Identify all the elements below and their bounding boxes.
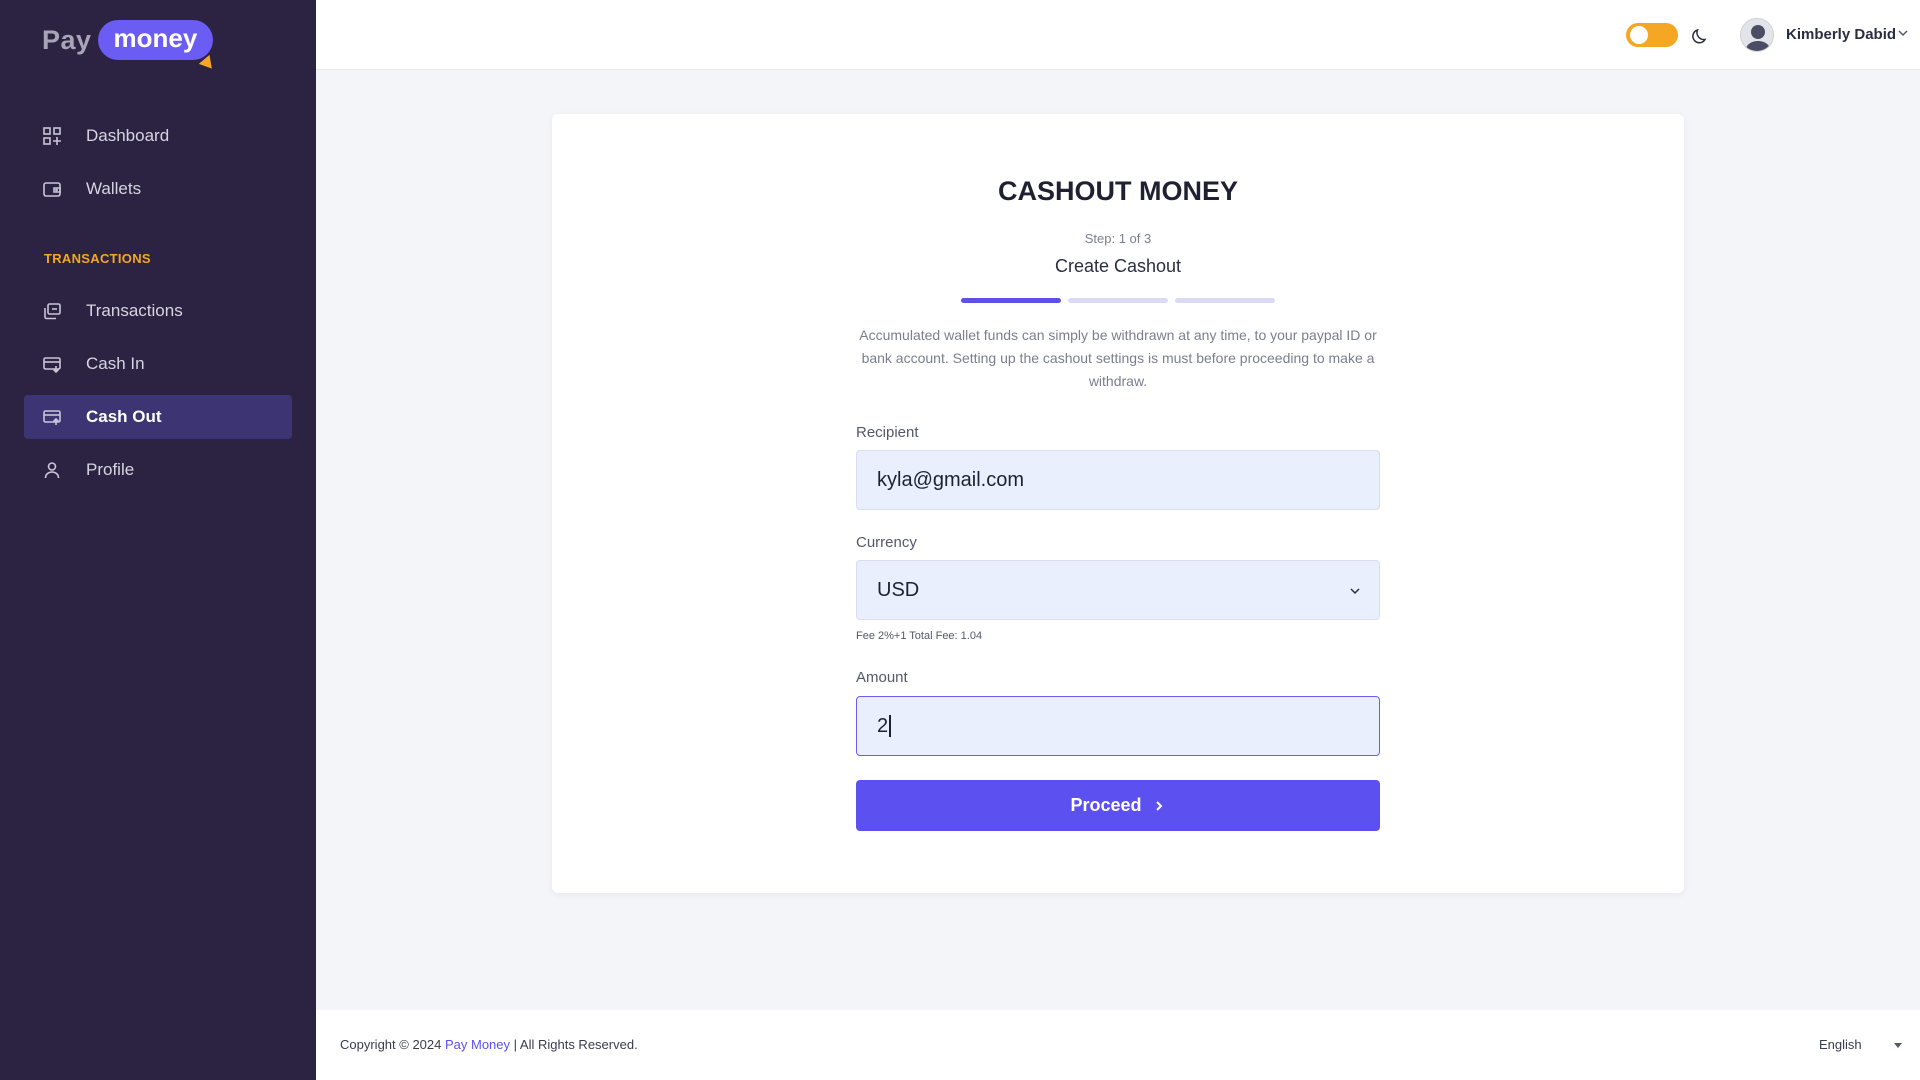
brand-link[interactable]: Pay Money xyxy=(445,1037,510,1052)
proceed-label: Proceed xyxy=(1070,795,1142,815)
moon-icon[interactable] xyxy=(1690,26,1710,46)
user-icon xyxy=(42,460,62,480)
toggle-knob xyxy=(1630,26,1648,44)
amount-input[interactable]: 2 xyxy=(856,696,1380,756)
sidebar-item-transactions[interactable]: Transactions xyxy=(24,289,292,333)
text-cursor xyxy=(889,715,891,737)
wallet-icon xyxy=(42,179,62,199)
avatar-user-icon xyxy=(1745,25,1771,51)
logo-pay-text: Pay xyxy=(42,24,92,55)
caret-down-icon[interactable] xyxy=(1894,1043,1902,1048)
progress-segment-2 xyxy=(1068,298,1168,303)
page-title: CASHOUT MONEY xyxy=(997,176,1238,206)
currency-label: Currency xyxy=(856,534,917,551)
sidebar-nav-transactions: Transactions Cash In Cash Out Profile xyxy=(24,289,292,501)
language-select[interactable]: English xyxy=(1819,1037,1862,1052)
cashout-description: Accumulated wallet funds can simply be w… xyxy=(859,327,1377,389)
chevron-down-icon xyxy=(1350,588,1360,595)
chevron-right-icon xyxy=(1155,800,1162,811)
footer: Copyright © 2024 Pay Money | All Rights … xyxy=(316,1010,1920,1080)
transactions-icon xyxy=(42,301,62,321)
dashboard-icon xyxy=(42,126,62,146)
avatar[interactable] xyxy=(1740,18,1774,52)
sidebar-item-dashboard[interactable]: Dashboard xyxy=(24,114,292,158)
sidebar: Pay money Dashboard Wallets TRANSACTIONS… xyxy=(0,0,316,1080)
progress-segment-1 xyxy=(961,298,1061,303)
amount-value: 2 xyxy=(877,714,889,737)
sidebar-item-cash-in[interactable]: Cash In xyxy=(24,342,292,386)
copyright-prefix: Copyright © 2024 xyxy=(340,1037,445,1052)
sidebar-item-label: Cash In xyxy=(86,354,145,373)
step-title: Create Cashout xyxy=(1054,256,1182,276)
user-name[interactable]: Kimberly Dabid xyxy=(1786,26,1896,43)
sidebar-item-label: Wallets xyxy=(86,179,142,198)
sidebar-item-label: Transactions xyxy=(86,301,183,320)
step-indicator: Step: 1 of 3 xyxy=(1084,231,1152,246)
sidebar-item-label: Dashboard xyxy=(86,126,170,145)
recipient-value: kyla@gmail.com xyxy=(877,468,1025,491)
progress-segment-3 xyxy=(1175,298,1275,303)
proceed-button[interactable]: Proceed xyxy=(856,780,1380,831)
chevron-down-icon[interactable] xyxy=(1896,26,1910,40)
brand-logo[interactable]: Pay money xyxy=(42,20,218,74)
amount-label: Amount xyxy=(856,669,908,686)
sidebar-item-label: Cash Out xyxy=(86,407,162,426)
top-bar: Kimberly Dabid xyxy=(316,0,1920,70)
cash-in-icon xyxy=(42,354,62,374)
fee-info: Fee 2%+1 Total Fee: 1.04 xyxy=(856,630,983,642)
logo-money-text: money xyxy=(113,23,198,53)
sidebar-nav-main: Dashboard Wallets xyxy=(24,114,292,220)
currency-select[interactable]: USD xyxy=(856,560,1380,620)
step-progress-bar xyxy=(961,298,1275,303)
logo-cursor-icon xyxy=(199,54,218,74)
recipient-label: Recipient xyxy=(856,424,919,441)
copyright-suffix: | All Rights Reserved. xyxy=(510,1037,638,1052)
cash-out-icon xyxy=(42,407,62,427)
theme-toggle[interactable] xyxy=(1626,23,1678,47)
sidebar-section-transactions: TRANSACTIONS xyxy=(44,251,151,266)
logo-money-badge: money xyxy=(97,20,218,74)
sidebar-item-wallets[interactable]: Wallets xyxy=(24,167,292,211)
cashout-card: CASHOUT MONEY Step: 1 of 3 Create Cashou… xyxy=(552,114,1684,893)
recipient-input[interactable]: kyla@gmail.com xyxy=(856,450,1380,510)
sidebar-item-label: Profile xyxy=(86,460,135,479)
currency-value: USD xyxy=(877,578,920,601)
copyright-text: Copyright © 2024 Pay Money | All Rights … xyxy=(340,1037,638,1052)
sidebar-item-cash-out[interactable]: Cash Out xyxy=(24,395,292,439)
sidebar-item-profile[interactable]: Profile xyxy=(24,448,292,492)
